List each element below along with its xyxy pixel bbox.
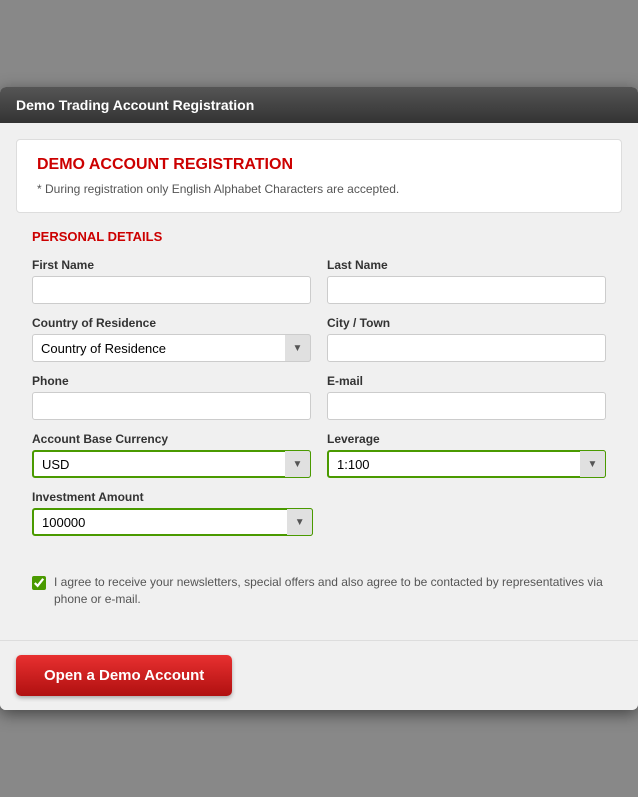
phone-email-row: Phone E-mail [32, 374, 606, 420]
leverage-select[interactable]: 1:50 1:100 1:200 1:500 [327, 450, 606, 478]
phone-input[interactable] [32, 392, 311, 420]
currency-label: Account Base Currency [32, 432, 311, 446]
last-name-group: Last Name [327, 258, 606, 304]
city-label: City / Town [327, 316, 606, 330]
leverage-label: Leverage [327, 432, 606, 446]
demo-account-title: DEMO ACCOUNT REGISTRATION [37, 156, 601, 174]
last-name-label: Last Name [327, 258, 606, 272]
city-input[interactable] [327, 334, 606, 362]
agreement-row: I agree to receive your newsletters, spe… [16, 564, 622, 624]
leverage-select-wrapper: 1:50 1:100 1:200 1:500 ▼ [327, 450, 606, 478]
investment-row: Investment Amount 10000 50000 100000 500… [32, 490, 606, 536]
email-label: E-mail [327, 374, 606, 388]
investment-select-wrapper: 10000 50000 100000 500000 ▼ [32, 508, 313, 536]
country-select[interactable]: Country of Residence [32, 334, 311, 362]
phone-group: Phone [32, 374, 311, 420]
body-area: DEMO ACCOUNT REGISTRATION * During regis… [0, 123, 638, 640]
window-title: Demo Trading Account Registration [16, 97, 254, 113]
footer-bar: Open a Demo Account [0, 640, 638, 710]
currency-select-wrapper: USD EUR GBP ▼ [32, 450, 311, 478]
investment-group: Investment Amount 10000 50000 100000 500… [32, 490, 313, 536]
currency-select[interactable]: USD EUR GBP [32, 450, 311, 478]
agreement-checkbox[interactable] [32, 576, 46, 590]
info-box: DEMO ACCOUNT REGISTRATION * During regis… [16, 139, 622, 213]
first-name-input[interactable] [32, 276, 311, 304]
phone-label: Phone [32, 374, 311, 388]
email-input[interactable] [327, 392, 606, 420]
email-group: E-mail [327, 374, 606, 420]
registration-note: * During registration only English Alpha… [37, 182, 601, 196]
country-group: Country of Residence Country of Residenc… [32, 316, 311, 362]
currency-group: Account Base Currency USD EUR GBP ▼ [32, 432, 311, 478]
last-name-input[interactable] [327, 276, 606, 304]
section-title: PERSONAL DETAILS [32, 229, 606, 244]
open-account-button[interactable]: Open a Demo Account [16, 655, 232, 696]
agreement-label: I agree to receive your newsletters, spe… [54, 574, 606, 608]
first-name-label: First Name [32, 258, 311, 272]
leverage-group: Leverage 1:50 1:100 1:200 1:500 ▼ [327, 432, 606, 478]
personal-details-section: PERSONAL DETAILS First Name Last Name Co… [16, 229, 622, 564]
name-row: First Name Last Name [32, 258, 606, 304]
currency-leverage-row: Account Base Currency USD EUR GBP ▼ Leve… [32, 432, 606, 478]
main-window: Demo Trading Account Registration DEMO A… [0, 87, 638, 710]
investment-label: Investment Amount [32, 490, 313, 504]
title-bar: Demo Trading Account Registration [0, 87, 638, 123]
city-group: City / Town [327, 316, 606, 362]
country-select-wrapper: Country of Residence ▼ [32, 334, 311, 362]
first-name-group: First Name [32, 258, 311, 304]
investment-select[interactable]: 10000 50000 100000 500000 [32, 508, 313, 536]
country-city-row: Country of Residence Country of Residenc… [32, 316, 606, 362]
country-label: Country of Residence [32, 316, 311, 330]
